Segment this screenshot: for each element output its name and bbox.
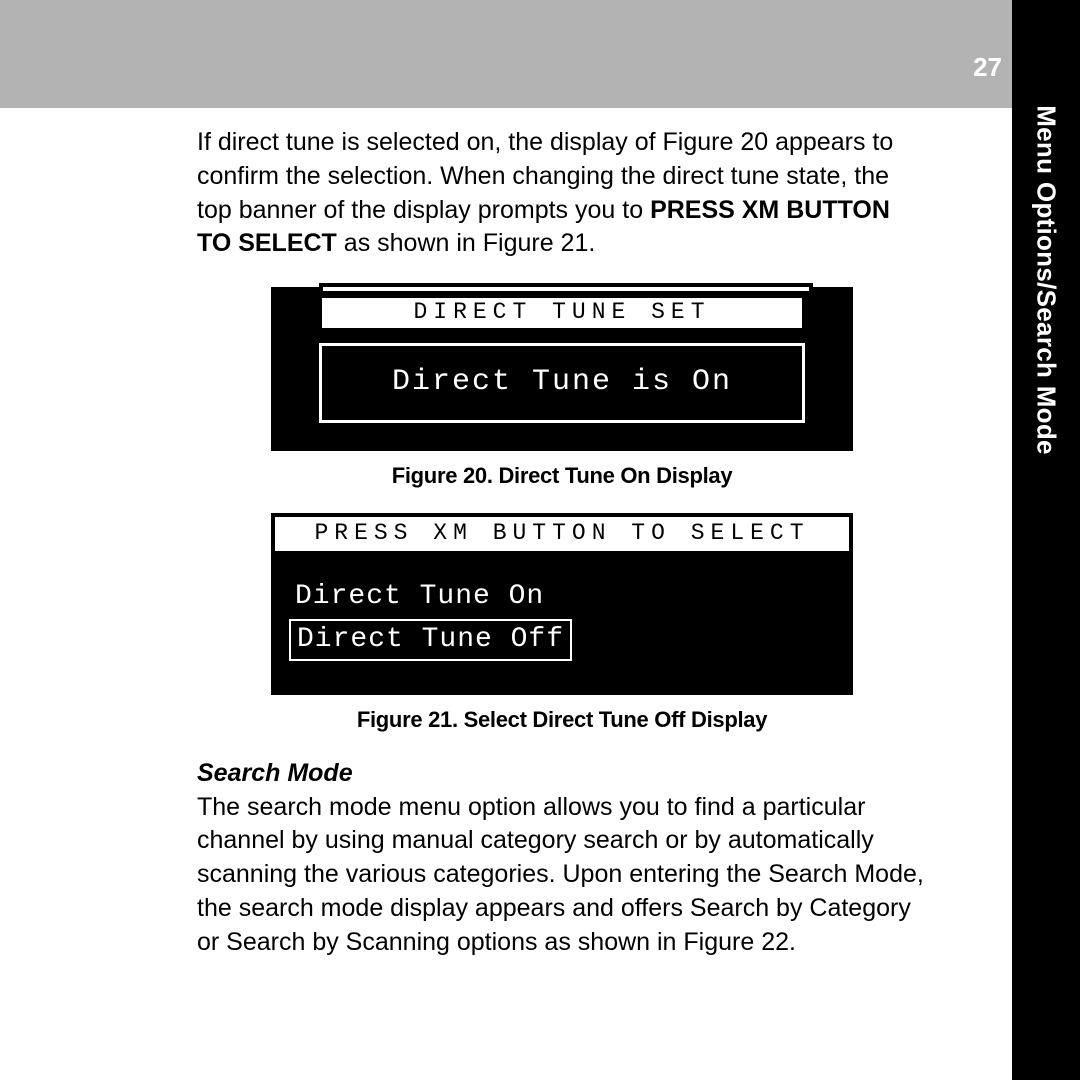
lcd2-banner: PRESS XM BUTTON TO SELECT [275,517,849,554]
lcd1-top-tab [319,283,813,291]
para1-post: as shown in Figure 21. [337,229,595,257]
page-number: 27 [973,52,1002,83]
figure-20: DIRECT TUNE SET Direct Tune is On Figure… [197,287,927,491]
lcd2-body: Direct Tune On Direct Tune Off [275,554,849,692]
paragraph-1: If direct tune is selected on, the displ… [197,126,927,261]
page: 27 Menu Options/Search Mode If direct tu… [0,0,1080,1080]
lcd2-option-off: Direct Tune Off [289,619,572,661]
lcd1-body-frame: Direct Tune is On [319,343,805,424]
lcd-display-fig21: PRESS XM BUTTON TO SELECT Direct Tune On… [271,513,853,695]
lcd-display-fig20: DIRECT TUNE SET Direct Tune is On [271,287,853,451]
figure-21: PRESS XM BUTTON TO SELECT Direct Tune On… [197,513,927,735]
header-bar [0,0,1012,108]
section-heading-search-mode: Search Mode [197,757,927,791]
figure-21-caption: Figure 21. Select Direct Tune Off Displa… [197,705,927,735]
side-tab-label: Menu Options/Search Mode [1031,105,1062,455]
content-area: If direct tune is selected on, the displ… [197,126,927,959]
lcd1-body-text: Direct Tune is On [322,362,802,403]
side-tab: Menu Options/Search Mode [1012,0,1080,1080]
lcd1-banner: DIRECT TUNE SET [319,295,805,331]
figure-20-caption: Figure 20. Direct Tune On Display [197,461,927,491]
lcd2-option-on: Direct Tune On [289,578,550,616]
paragraph-2: The search mode menu option allows you t… [197,791,927,960]
